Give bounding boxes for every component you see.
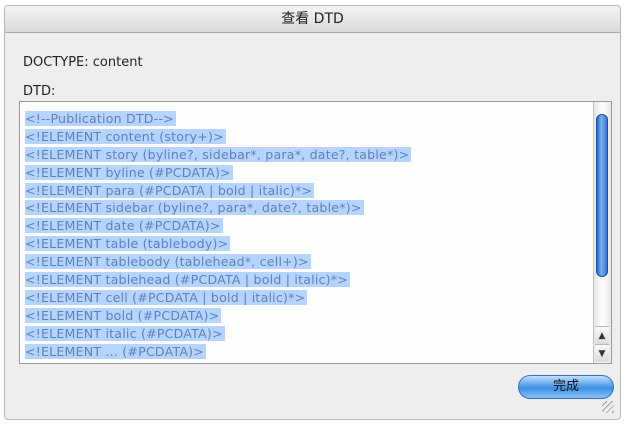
dtd-text-area[interactable]: <!--Publication DTD--> <!ELEMENT content … <box>19 101 612 364</box>
dtd-line: <!ELEMENT tablehead (#PCDATA | bold | it… <box>25 271 593 289</box>
scrollbar-thumb[interactable] <box>596 114 608 277</box>
resize-grip-icon[interactable] <box>602 401 614 413</box>
dtd-line: <!ELEMENT table (tablebody)> <box>25 235 593 253</box>
dtd-line: <!ELEMENT ... (#PCDATA)> <box>25 343 593 360</box>
dtd-line-text: <!ELEMENT date (#PCDATA)> <box>25 218 223 234</box>
window-title: 查看 DTD <box>5 6 620 33</box>
dtd-label: DTD: <box>23 84 56 99</box>
dtd-line: <!ELEMENT byline (#PCDATA)> <box>25 164 593 182</box>
down-arrow-icon[interactable]: ▼ <box>595 344 609 362</box>
up-arrow-icon[interactable]: ▲ <box>595 326 609 344</box>
dtd-line: <!ELEMENT date (#PCDATA)> <box>25 217 593 235</box>
dtd-line: <!ELEMENT para (#PCDATA | bold | italic)… <box>25 182 593 200</box>
dtd-line: <!ELEMENT italic (#PCDATA)> <box>25 325 593 343</box>
dtd-line-text: <!ELEMENT content (story+)> <box>25 128 226 144</box>
dtd-line-text: <!ELEMENT para (#PCDATA | bold | italic)… <box>25 182 315 198</box>
dtd-line-text: <!ELEMENT tablebody (tablehead*, cell+)> <box>25 254 311 270</box>
dtd-line: <!ELEMENT sidebar (byline?, para*, date?… <box>25 199 593 217</box>
dtd-line-text: <!ELEMENT italic (#PCDATA)> <box>25 325 225 341</box>
dtd-line: <!ELEMENT bold (#PCDATA)> <box>25 307 593 325</box>
dtd-lines: <!--Publication DTD--> <!ELEMENT content … <box>25 110 593 360</box>
dtd-line: <!ELEMENT tablebody (tablehead*, cell+)> <box>25 253 593 271</box>
dtd-line-text: <!ELEMENT byline (#PCDATA)> <box>25 164 233 180</box>
dtd-line: <!ELEMENT cell (#PCDATA | bold | italic)… <box>25 289 593 307</box>
dtd-line-text: <!ELEMENT tablehead (#PCDATA | bold | it… <box>25 272 351 288</box>
dtd-dialog: 查看 DTD DOCTYPE: content DTD: <!--Publica… <box>4 5 621 420</box>
doctype-label: DOCTYPE: content <box>23 55 143 70</box>
dtd-line: <!--Publication DTD--> <box>25 110 593 128</box>
dtd-line-text: <!ELEMENT sidebar (byline?, para*, date?… <box>25 200 364 216</box>
dtd-line-text: <!ELEMENT cell (#PCDATA | bold | italic)… <box>25 289 308 305</box>
dtd-line-text: <!ELEMENT story (byline?, sidebar*, para… <box>25 146 412 162</box>
dtd-line-text: <!ELEMENT table (tablebody)> <box>25 236 231 252</box>
dtd-line-text: <!--Publication DTD--> <box>25 111 176 126</box>
dtd-line: <!ELEMENT story (byline?, sidebar*, para… <box>25 146 593 164</box>
dtd-line-text: <!ELEMENT bold (#PCDATA)> <box>25 307 222 323</box>
vertical-scrollbar[interactable]: ▲ ▼ <box>593 102 611 363</box>
done-button[interactable]: 完成 <box>518 375 614 399</box>
dtd-line-text: <!ELEMENT ... (#PCDATA)> <box>25 343 207 359</box>
dtd-line: <!ELEMENT content (story+)> <box>25 128 593 146</box>
